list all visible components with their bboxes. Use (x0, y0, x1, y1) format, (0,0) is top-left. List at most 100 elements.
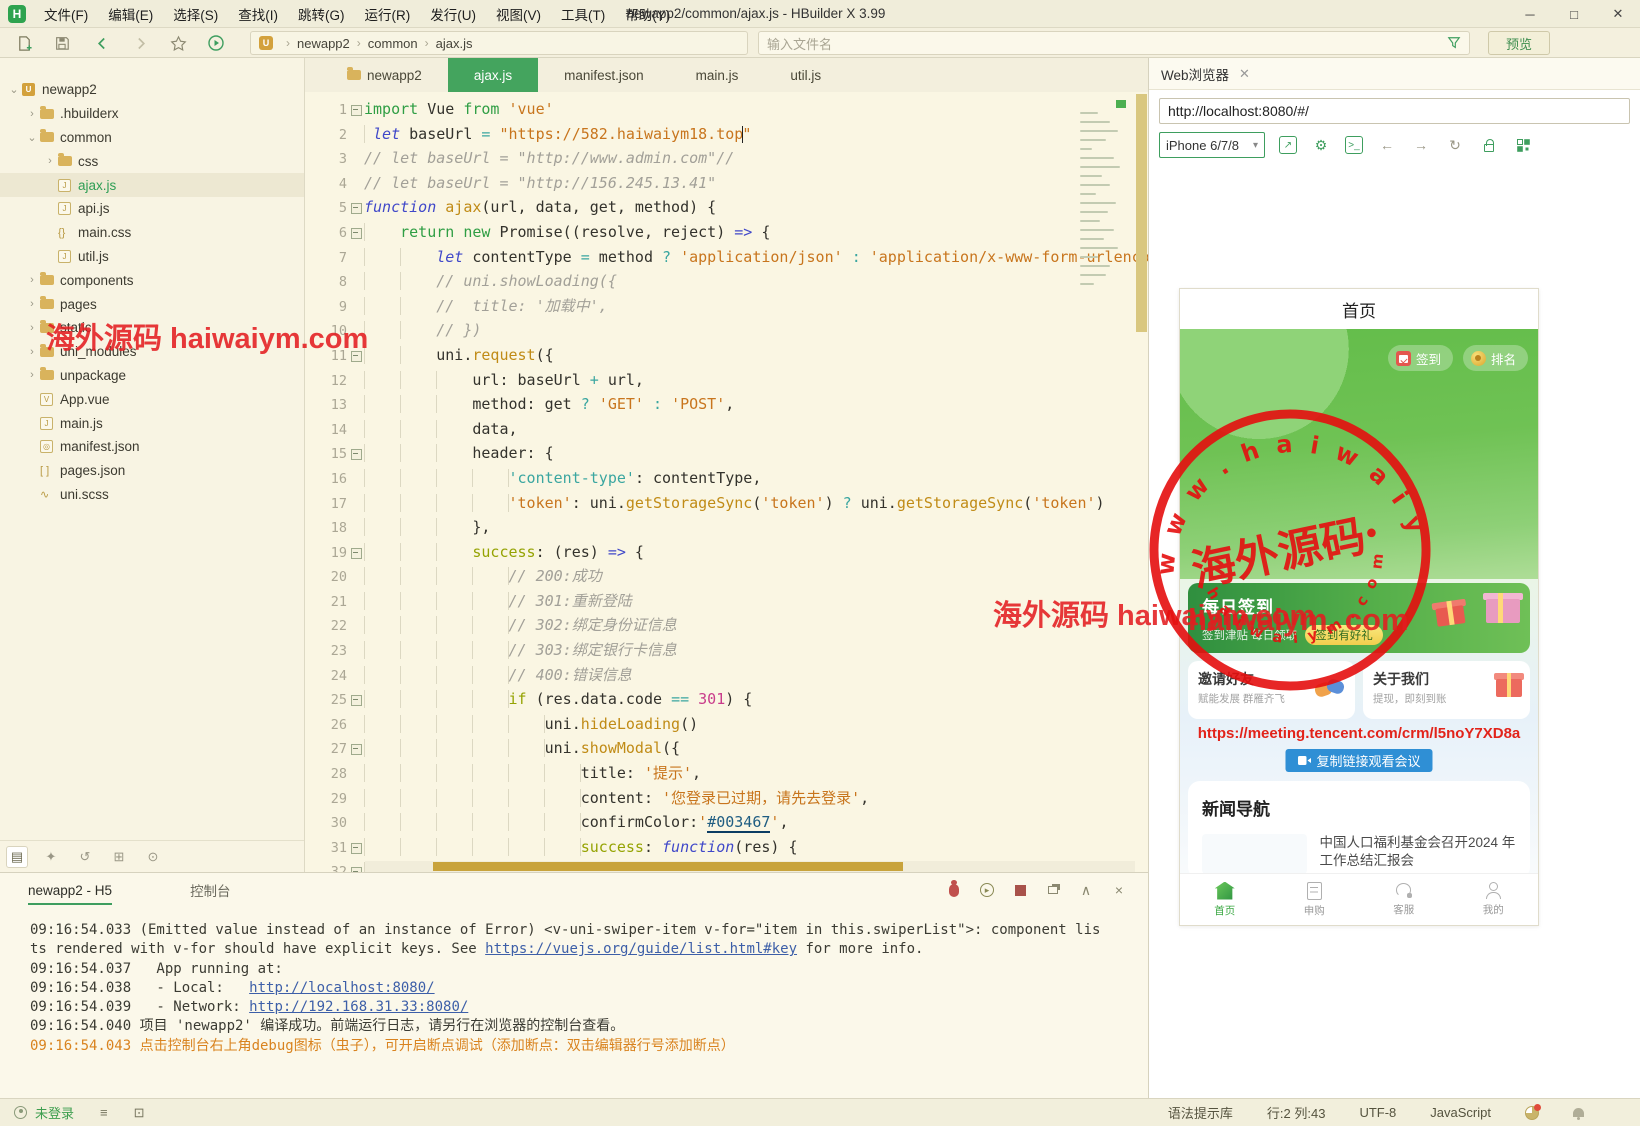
card--[interactable]: 邀请好友赋能发展 群雁齐飞 (1188, 661, 1355, 719)
copy-meeting-link-button[interactable]: 复制链接观看会议 (1285, 749, 1432, 772)
close-icon[interactable]: × (1110, 881, 1128, 899)
user-avatar-icon[interactable] (14, 1106, 27, 1119)
files-icon[interactable]: ▤ (6, 846, 28, 868)
layout-icon[interactable]: ⊞ (108, 846, 130, 868)
notification-bell-icon[interactable] (1573, 1108, 1584, 1117)
daily-signin-banner[interactable]: 每日签到 签到津贴 每日领取 签到有好礼 (1188, 583, 1530, 653)
navigate-back-button[interactable] (90, 31, 114, 55)
fold-marker-icon[interactable] (347, 541, 364, 566)
login-status[interactable]: 未登录 (35, 1103, 74, 1122)
tree-item-ajax-js[interactable]: Jajax.js (0, 173, 304, 197)
chevron-right-icon[interactable]: › (42, 155, 58, 167)
editor-tab-newapp2[interactable]: newapp2 (321, 58, 448, 92)
code-line-15[interactable]: 15 header: { (305, 442, 1148, 467)
editor-tab-manifest-json[interactable]: manifest.json (538, 58, 670, 92)
chevron-right-icon[interactable]: › (24, 369, 40, 381)
new-file-button[interactable] (12, 31, 36, 55)
fold-marker-icon[interactable] (347, 196, 364, 221)
code-line-6[interactable]: 6 return new Promise((resolve, reject) =… (305, 221, 1148, 246)
vertical-scrollbar-thumb[interactable] (1136, 94, 1147, 332)
phone-tab--[interactable]: 客服 (1359, 874, 1449, 925)
horizontal-scrollbar[interactable] (365, 861, 1135, 872)
terminal-box-icon[interactable]: ⊡ (134, 1105, 145, 1121)
code-line-27[interactable]: 27 uni.showModal({ (305, 737, 1148, 762)
chevron-right-icon[interactable]: › (24, 346, 40, 358)
news-item[interactable]: 中国人口福利基金会召开2024 年工作总结汇报会 (1319, 834, 1516, 874)
chevron-down-icon[interactable]: ⌄ (24, 131, 40, 144)
console-tab-newapp2-h5[interactable]: newapp2 - H5 (28, 873, 112, 907)
run-icon[interactable]: ▸ (978, 881, 996, 899)
phone-tab--[interactable]: 首页 (1180, 874, 1270, 925)
tree-item-components[interactable]: ›components (0, 268, 304, 292)
code-line-11[interactable]: 11 uni.request({ (305, 344, 1148, 369)
tree-item-common[interactable]: ⌄common (0, 126, 304, 150)
tree-item-pages-json[interactable]: [ ]pages.json (0, 459, 304, 483)
console-link[interactable]: https://vuejs.org/guide/list.html#key (485, 941, 797, 957)
debug-icon[interactable] (945, 881, 963, 899)
code-line-31[interactable]: 31 success: function(res) { (305, 836, 1148, 861)
code-line-28[interactable]: 28 title: '提示', (305, 762, 1148, 787)
code-line-3[interactable]: 3// let baseUrl = "http://www.admin.com"… (305, 147, 1148, 172)
code-line-24[interactable]: 24 // 400:错误信息 (305, 664, 1148, 689)
maximize-button[interactable]: □ (1552, 0, 1596, 28)
pill--[interactable]: 排名 (1463, 345, 1528, 371)
chevron-right-icon[interactable]: › (24, 274, 40, 286)
tree-item-unpackage[interactable]: ›unpackage (0, 364, 304, 388)
menu-item-2[interactable]: 选择(S) (163, 0, 228, 27)
horizontal-scrollbar-thumb[interactable] (433, 862, 903, 871)
preview-button[interactable]: 预览 (1488, 31, 1550, 55)
tree-item-uni-modules[interactable]: ›uni_modules (0, 340, 304, 364)
menu-item-8[interactable]: 工具(T) (551, 0, 615, 27)
breadcrumb-item-newapp2[interactable]: newapp2 (297, 36, 350, 51)
editor-tab-ajax-js[interactable]: ajax.js (448, 58, 538, 92)
code-line-20[interactable]: 20 // 200:成功 (305, 565, 1148, 590)
editor-tab-util-js[interactable]: util.js (764, 58, 847, 92)
favorite-button[interactable] (166, 31, 190, 55)
device-select[interactable]: iPhone 6/7/8 ▾ (1159, 132, 1265, 158)
file-search-input[interactable]: 输入文件名 (758, 31, 1470, 55)
tree-item-css[interactable]: ›css (0, 149, 304, 173)
close-button[interactable]: ✕ (1596, 0, 1640, 28)
vertical-scrollbar[interactable] (1135, 92, 1148, 872)
tree-item-main-js[interactable]: Jmain.js (0, 411, 304, 435)
phone-tab--[interactable]: 我的 (1449, 874, 1539, 925)
open-window-icon[interactable] (1044, 881, 1062, 899)
code-line-30[interactable]: 30 confirmColor:'#003467', (305, 811, 1148, 836)
fold-marker-icon[interactable] (347, 344, 364, 369)
tree-item-api-js[interactable]: Japi.js (0, 197, 304, 221)
code-line-5[interactable]: 5function ajax(url, data, get, method) { (305, 196, 1148, 221)
fold-marker-icon[interactable] (347, 442, 364, 467)
status-javascript[interactable]: JavaScript (1430, 1105, 1491, 1120)
menu-item-6[interactable]: 发行(U) (420, 0, 486, 27)
editor-tab-main-js[interactable]: main.js (670, 58, 765, 92)
code-line-16[interactable]: 16 'content-type': contentType, (305, 467, 1148, 492)
code-line-9[interactable]: 9 // title: '加载中', (305, 295, 1148, 320)
outline-list-icon[interactable]: ≡ (100, 1105, 108, 1120)
code-line-7[interactable]: 7 let contentType = method ? 'applicatio… (305, 246, 1148, 271)
status-utf-8[interactable]: UTF-8 (1359, 1105, 1396, 1120)
settings-icon[interactable]: ⊙ (142, 846, 164, 868)
tree-item-util-js[interactable]: Jutil.js (0, 245, 304, 269)
open-external-icon[interactable]: ↗ (1279, 136, 1297, 154)
code-line-18[interactable]: 18 }, (305, 516, 1148, 541)
signin-gift-button[interactable]: 签到有好礼 (1305, 625, 1383, 645)
code-line-2[interactable]: 2 let baseUrl = "https://582.haiwaiym18.… (305, 123, 1148, 148)
chevron-right-icon[interactable]: › (24, 322, 40, 334)
code-line-1[interactable]: 1import Vue from 'vue' (305, 98, 1148, 123)
menu-item-5[interactable]: 运行(R) (355, 0, 421, 27)
minimap[interactable] (1078, 98, 1128, 378)
status--2-43[interactable]: 行:2 列:43 (1267, 1103, 1326, 1122)
menu-item-7[interactable]: 视图(V) (486, 0, 551, 27)
status--[interactable]: 语法提示库 (1168, 1103, 1233, 1122)
console-tab-konsole[interactable]: 控制台 (190, 873, 231, 907)
code-editor[interactable]: 1import Vue from 'vue'2 let baseUrl = "h… (305, 92, 1148, 872)
web-browser-tab[interactable]: Web浏览器 (1161, 64, 1229, 84)
browser-tab-close-icon[interactable]: ✕ (1239, 66, 1250, 82)
url-input[interactable]: http://localhost:8080/#/ (1159, 98, 1630, 124)
fold-marker-icon[interactable] (347, 836, 364, 861)
code-line-29[interactable]: 29 content: '您登录已过期，请先去登录', (305, 787, 1148, 812)
chevron-right-icon[interactable]: › (24, 298, 40, 310)
pill--[interactable]: 签到 (1388, 345, 1453, 371)
minimize-button[interactable]: ─ (1508, 0, 1552, 28)
tree-item--hbuilderx[interactable]: ›.hbuilderx (0, 102, 304, 126)
